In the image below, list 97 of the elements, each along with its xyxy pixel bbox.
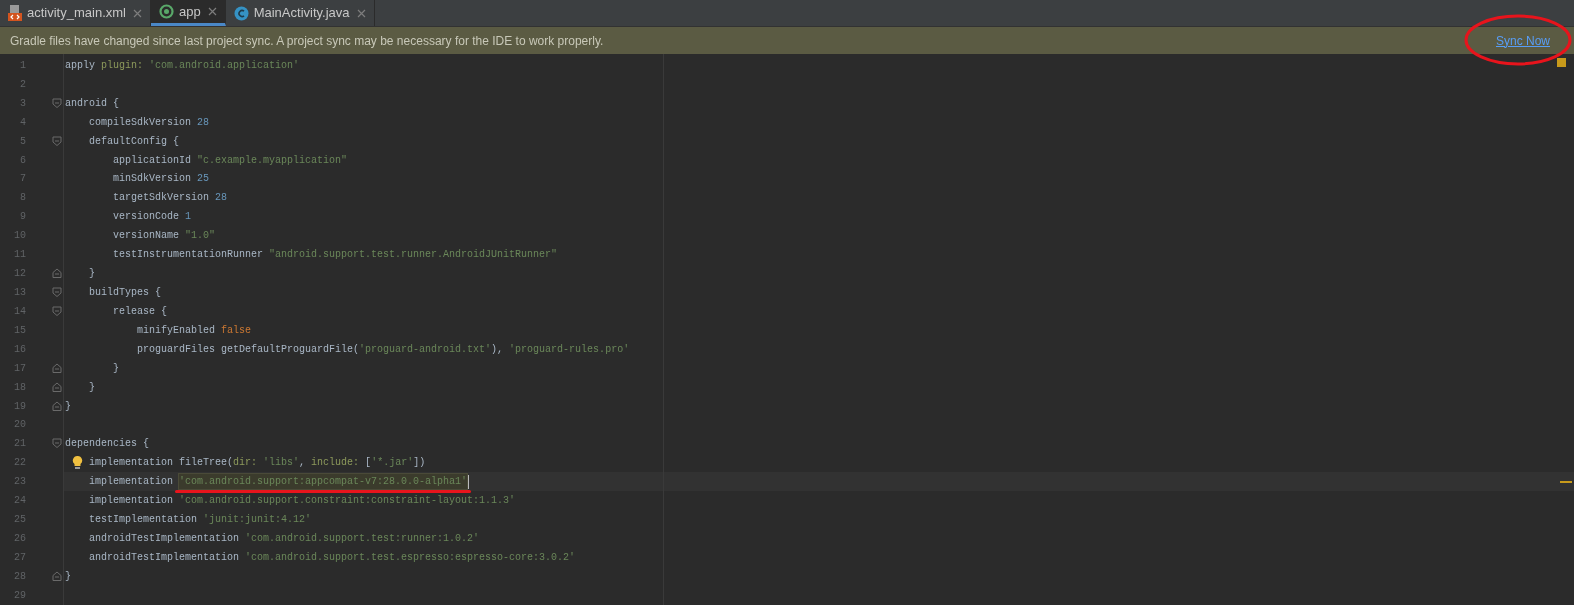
code-token: targetSdkVersion <box>113 191 211 206</box>
editor-tab[interactable]: app <box>150 0 226 26</box>
fold-marker-icon[interactable] <box>52 400 62 412</box>
code-token: '*.jar' <box>371 456 414 471</box>
code-token: 'libs' <box>263 456 300 471</box>
code-token: "android.support.test.runner.AndroidJUnitRunner" <box>269 248 558 263</box>
code-token: androidTestImplementation <box>89 550 241 565</box>
line-number: 13 <box>13 286 26 300</box>
code-token: 1 <box>185 210 192 225</box>
line-number: 22 <box>13 456 26 471</box>
line-number: 16 <box>13 342 26 357</box>
code-token: 'com.android.support.constraint:constraint-layout:1.1.3' <box>179 494 516 509</box>
code-token: versionCode <box>113 210 181 225</box>
close-icon[interactable] <box>132 8 142 18</box>
code-token: 'junit:junit:4.12' <box>203 513 312 528</box>
line-number: 12 <box>13 267 26 282</box>
code-token: } <box>89 267 96 282</box>
code-token: dir: <box>233 456 259 471</box>
code-token: buildTypes { <box>89 286 162 300</box>
line-number: 21 <box>13 437 26 452</box>
code-token: applicationId <box>113 153 193 168</box>
class-icon <box>233 5 249 21</box>
line-number: 23 <box>13 475 26 490</box>
line-number: 14 <box>13 304 26 319</box>
code-token: testImplementation <box>89 513 199 528</box>
code-token: release { <box>113 304 168 319</box>
line-number: 1 <box>19 58 26 73</box>
line-number: 10 <box>13 229 26 244</box>
code-token: 28 <box>215 191 228 206</box>
code-token: implementation <box>89 494 175 509</box>
line-number: 27 <box>13 550 26 565</box>
line-number: 17 <box>13 361 26 376</box>
code-token: plugin: <box>101 58 145 73</box>
code-token: 'com.android.application' <box>149 58 300 73</box>
line-number: 28 <box>13 569 26 584</box>
code-token: } <box>113 361 120 376</box>
layout-file-icon <box>8 5 22 21</box>
line-number: 20 <box>13 418 26 433</box>
code-token: 'com.android.support.test:runner:1.0.2' <box>245 532 480 546</box>
code-token: versionName <box>113 229 181 244</box>
warning-marker[interactable] <box>1557 58 1566 67</box>
line-number: 19 <box>13 399 26 414</box>
fold-marker-icon[interactable] <box>52 268 62 280</box>
line-number: 26 <box>13 532 26 546</box>
fold-marker-icon[interactable] <box>52 287 62 298</box>
code-token: proguardFiles getDefaultProguardFile( <box>137 342 360 357</box>
code-token: } <box>65 569 71 584</box>
fold-marker-icon[interactable] <box>52 362 62 374</box>
code-token: defaultConfig { <box>89 134 180 149</box>
code-token: androidTestImplementation <box>89 532 241 546</box>
code-token: minSdkVersion <box>113 172 193 187</box>
line-number: 11 <box>13 248 26 263</box>
code-token: minifyEnabled <box>137 323 217 338</box>
line-number: 2 <box>19 77 26 92</box>
sync-circle-icon <box>158 4 174 19</box>
code-token: 'proguard-android.txt' <box>359 342 492 357</box>
code-token: "c.example.myapplication" <box>197 153 348 168</box>
code-token: android { <box>65 96 119 111</box>
code-token: apply <box>65 58 96 73</box>
code-token: implementation <box>89 475 175 490</box>
warning-stripe[interactable] <box>1560 481 1572 484</box>
code-token: 28 <box>197 115 210 130</box>
text-cursor <box>467 474 470 489</box>
code-token: [ <box>365 456 372 471</box>
line-number: 4 <box>19 115 26 130</box>
close-icon[interactable] <box>356 8 366 18</box>
line-number: 25 <box>13 513 26 528</box>
code-token: , <box>299 456 307 471</box>
line-number: 24 <box>13 494 26 509</box>
code-token: 25 <box>197 172 210 187</box>
code-token: ]) <box>413 456 426 471</box>
fold-marker-icon[interactable] <box>52 305 62 317</box>
line-number: 3 <box>19 96 26 111</box>
code-token: testInstrumentationRunner <box>113 248 265 263</box>
code-token: } <box>65 399 71 414</box>
fold-marker-icon[interactable] <box>52 97 62 109</box>
code-token: implementation fileTree( <box>89 456 234 471</box>
fold-marker-icon[interactable] <box>52 438 62 450</box>
code-token: 'proguard-rules.pro' <box>509 342 630 357</box>
lightbulb-icon[interactable] <box>72 455 83 471</box>
code-token: compileSdkVersion <box>89 115 193 130</box>
fold-marker-icon[interactable] <box>52 135 62 147</box>
line-number: 7 <box>19 172 26 187</box>
code-token: false <box>221 323 252 338</box>
code-token: "1.0" <box>185 229 216 244</box>
code-token: include: <box>311 456 361 471</box>
line-number: 29 <box>13 588 26 603</box>
code-token: dependencies { <box>65 437 149 452</box>
line-number: 18 <box>13 380 26 395</box>
close-icon[interactable] <box>207 7 217 16</box>
fold-marker-icon[interactable] <box>52 570 62 582</box>
code-token: 'com.android.support.test.espresso:espresso-core:3.0.2' <box>245 550 576 565</box>
line-number: 15 <box>13 323 26 338</box>
code-token: } <box>89 380 96 395</box>
fold-marker-icon[interactable] <box>52 381 62 393</box>
code-token: ), <box>491 342 505 357</box>
banner-message: Gradle files have changed since last project sync. A project sync may be necessary for the IDE to work properly. <box>10 32 604 50</box>
